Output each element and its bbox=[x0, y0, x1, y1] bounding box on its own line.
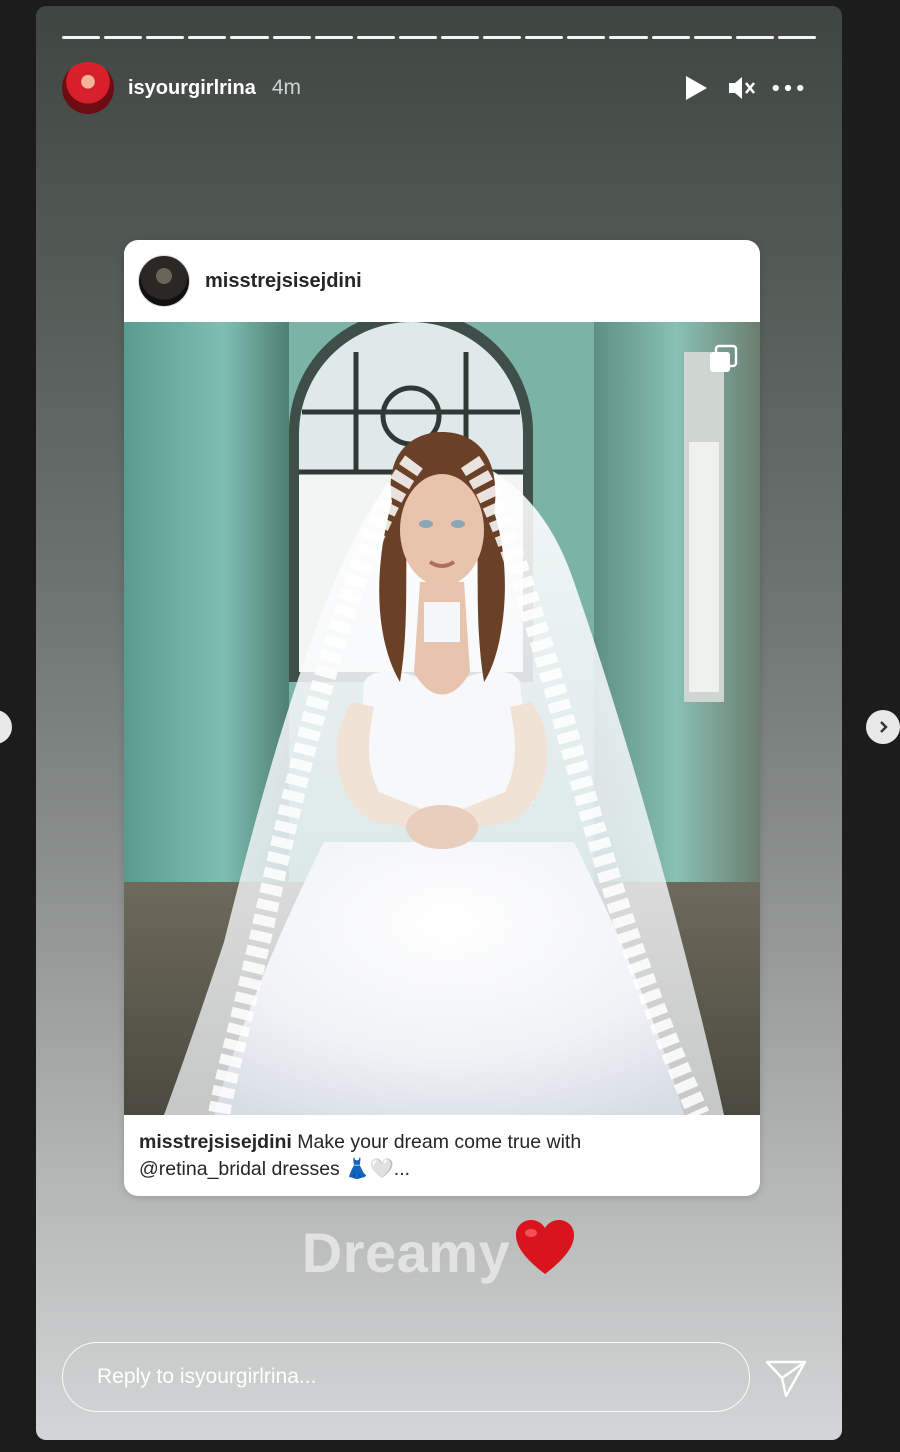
progress-segment bbox=[609, 36, 648, 39]
post-image[interactable] bbox=[124, 322, 760, 1115]
muted-speaker-icon bbox=[729, 77, 756, 99]
progress-segment bbox=[651, 36, 690, 39]
previous-story-button[interactable] bbox=[0, 710, 12, 744]
progress-segment bbox=[272, 36, 311, 39]
more-options-button[interactable] bbox=[772, 72, 804, 104]
progress-segment bbox=[735, 36, 774, 39]
caption-username[interactable]: misstrejsisejdini bbox=[139, 1131, 292, 1153]
chevron-right-icon bbox=[880, 721, 888, 733]
story-viewer[interactable]: isyourgirlrina 4m misstrejsisejdini miss… bbox=[36, 6, 842, 1440]
post-author-avatar[interactable] bbox=[138, 255, 190, 307]
progress-segment bbox=[62, 36, 101, 39]
story-author-avatar[interactable] bbox=[62, 62, 114, 114]
progress-segment bbox=[777, 36, 816, 39]
chevron-left-icon bbox=[0, 720, 2, 734]
caption-text: Make your dream come true with bbox=[291, 1131, 582, 1153]
progress-segment bbox=[188, 36, 227, 39]
progress-segment bbox=[693, 36, 732, 39]
play-button[interactable] bbox=[680, 72, 712, 104]
text-sticker: Dreamy bbox=[36, 1218, 842, 1289]
send-button[interactable] bbox=[764, 1356, 808, 1400]
sticker-text: Dreamy bbox=[301, 1221, 511, 1284]
post-header: misstrejsisejdini bbox=[124, 240, 760, 322]
story-author-username[interactable]: isyourgirlrina bbox=[128, 77, 256, 100]
caption-text-line2: @retina_bridal dresses 👗🤍... bbox=[139, 1158, 411, 1180]
post-author-username[interactable]: misstrejsisejdini bbox=[205, 270, 362, 293]
progress-segment bbox=[230, 36, 269, 39]
story-header: isyourgirlrina 4m bbox=[62, 62, 816, 114]
progress-segment bbox=[483, 36, 522, 39]
mute-button[interactable] bbox=[726, 72, 758, 104]
progress-segment bbox=[440, 36, 480, 39]
reply-placeholder: Reply to isyourgirlrina... bbox=[97, 1365, 317, 1388]
story-controls bbox=[680, 72, 804, 104]
progress-segment bbox=[567, 36, 606, 39]
carousel-icon bbox=[710, 344, 738, 372]
progress-segment bbox=[398, 36, 437, 39]
progress-segment bbox=[314, 36, 353, 39]
progress-segment bbox=[525, 36, 564, 39]
paper-plane-icon bbox=[765, 1360, 807, 1398]
progress-segment bbox=[356, 36, 395, 39]
reply-input[interactable]: Reply to isyourgirlrina... bbox=[62, 1342, 750, 1412]
progress-segment bbox=[104, 36, 143, 39]
progress-segment bbox=[146, 36, 185, 39]
more-horizontal-icon bbox=[772, 84, 804, 92]
heart-icon bbox=[514, 1218, 576, 1289]
play-icon bbox=[686, 76, 707, 100]
story-progress-bar bbox=[62, 36, 816, 39]
post-caption: misstrejsisejdini Make your dream come t… bbox=[124, 1115, 760, 1183]
bride-photo bbox=[124, 322, 760, 1115]
shared-post-card[interactable]: misstrejsisejdini misstrejsisejdini Make… bbox=[124, 240, 760, 1196]
next-story-button[interactable] bbox=[866, 710, 900, 744]
story-timestamp: 4m bbox=[271, 76, 301, 99]
